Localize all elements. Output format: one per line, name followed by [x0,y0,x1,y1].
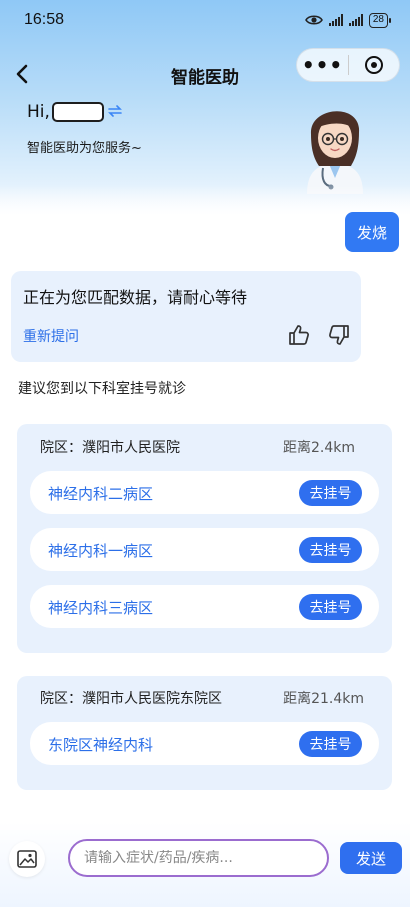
bot-message-text: 正在为您匹配数据，请耐心等待 [23,288,248,307]
department-name[interactable]: 东院区神经内科 [48,734,153,755]
status-time: 16:58 [24,11,65,28]
department-row[interactable]: 神经内科三病区 去挂号 [30,585,379,628]
thumbs-down-icon[interactable] [327,323,351,347]
greeting-hi: Hi, [27,102,50,122]
doctor-avatar [295,94,375,194]
symptom-search-input[interactable] [84,850,327,866]
suggestion-text: 建议您到以下科室挂号就诊 [18,381,186,397]
hospital-name: 院区：濮阳市人民医院东院区 [40,691,222,707]
department-name[interactable]: 神经内科一病区 [48,540,153,561]
eye-icon [304,14,323,26]
input-bar: 发送 [0,822,410,907]
reask-link[interactable]: 重新提问 [23,326,79,346]
image-icon[interactable] [9,841,45,877]
status-icons: 28 [304,12,392,28]
signal-icon [328,14,343,26]
close-miniprogram-icon[interactable] [349,48,399,82]
register-button[interactable]: 去挂号 [299,537,362,563]
hospital-distance: 距离2.4km [282,440,355,456]
greeting-subtitle: 智能医助为您服务~ [27,141,142,156]
department-name[interactable]: 神经内科三病区 [48,597,153,618]
battery-icon: 28 [368,12,392,28]
register-button[interactable]: 去挂号 [299,480,362,506]
hospital-card: 院区：濮阳市人民医院东院区 距离21.4km 东院区神经内科 去挂号 [17,676,392,790]
symptom-search-field[interactable] [68,839,329,877]
department-name[interactable]: 神经内科二病区 [48,483,153,504]
hospital-name: 院区：濮阳市人民医院 [40,440,180,456]
user-name-masked [51,102,104,122]
register-button[interactable]: 去挂号 [299,731,362,757]
department-row[interactable]: 东院区神经内科 去挂号 [30,722,379,765]
miniprogram-capsule: ••• [296,48,400,82]
greeting: Hi, [27,101,122,123]
department-row[interactable]: 神经内科二病区 去挂号 [30,471,379,514]
swap-icon[interactable] [107,103,122,121]
hospital-card: 院区：濮阳市人民医院 距离2.4km 神经内科二病区 去挂号 神经内科一病区 去… [17,424,392,653]
department-row[interactable]: 神经内科一病区 去挂号 [30,528,379,571]
more-button[interactable]: ••• [297,48,348,82]
signal-icon-2 [348,14,363,26]
send-button[interactable]: 发送 [340,842,402,874]
register-button[interactable]: 去挂号 [299,594,362,620]
thumbs-up-icon[interactable] [287,323,311,347]
user-message-bubble: 发烧 [345,212,399,252]
bot-message-bubble: 正在为您匹配数据，请耐心等待 重新提问 [11,271,361,362]
hospital-distance: 距离21.4km [283,691,364,707]
status-bar: 16:58 28 [0,0,410,40]
